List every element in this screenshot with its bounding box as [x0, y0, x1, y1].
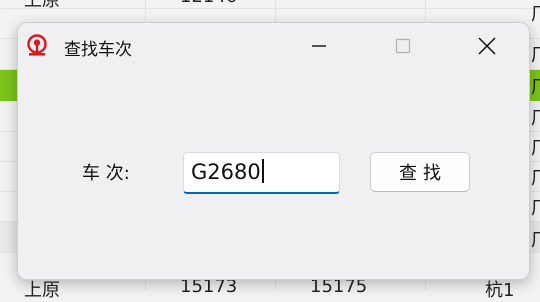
train-number-input[interactable]: G2680: [183, 152, 340, 194]
maximize-icon: [395, 38, 411, 54]
find-train-dialog: 查找车次 车 次: G2680 查找: [17, 22, 530, 280]
table-cell: 厂: [531, 41, 540, 67]
table-cell: 12146: [180, 0, 237, 7]
table-cell: 厂: [531, 226, 540, 252]
text-caret: [261, 159, 264, 183]
table-cell: 厂: [531, 0, 540, 26]
title-bar[interactable]: 查找车次: [18, 23, 529, 69]
railway-logo-icon: [25, 34, 49, 58]
table-cell: 厂: [531, 164, 540, 190]
table-cell: 厂: [531, 73, 540, 99]
train-number-value: G2680: [191, 160, 261, 184]
minimize-button[interactable]: [296, 23, 342, 69]
table-cell: 厂: [531, 104, 540, 130]
train-number-label: 车 次:: [82, 163, 130, 184]
close-button[interactable]: [464, 23, 510, 69]
minimize-icon: [312, 45, 326, 47]
window-title: 查找车次: [64, 40, 132, 60]
find-button[interactable]: 查找: [370, 152, 470, 192]
maximize-button[interactable]: [380, 23, 426, 69]
table-cell: 厂: [531, 134, 540, 160]
table-cell: 厂: [531, 194, 540, 220]
table-cell: 上原: [24, 0, 60, 11]
close-icon: [478, 37, 496, 55]
